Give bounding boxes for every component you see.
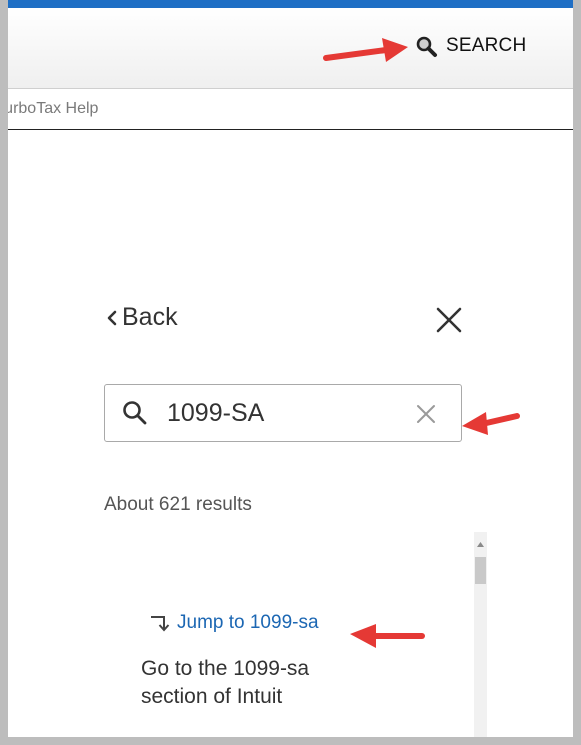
back-button[interactable]: Back <box>104 303 178 332</box>
clear-search-icon[interactable] <box>415 403 437 425</box>
close-icon[interactable] <box>432 303 466 337</box>
results-count: About 621 results <box>104 494 252 515</box>
search-icon <box>416 36 437 57</box>
brand-strip <box>8 0 573 8</box>
top-navigation-bar: SEARCH <box>8 8 573 89</box>
back-label: Back <box>122 303 178 331</box>
jump-to-link[interactable]: Jump to 1099-sa <box>147 612 319 634</box>
help-breadcrumb-bar: TurboTax Help <box>8 89 573 130</box>
help-title[interactable]: TurboTax Help <box>8 100 98 118</box>
search-button[interactable]: SEARCH <box>412 34 526 58</box>
annotation-arrow-clear <box>462 412 520 435</box>
scroll-up-arrow-icon[interactable] <box>474 540 487 550</box>
turn-down-arrow-icon <box>151 616 170 632</box>
app-window: SEARCH TurboTax Help Back About 621 resu… <box>0 0 581 745</box>
search-field <box>104 384 462 442</box>
results-scrollbar[interactable] <box>474 532 487 737</box>
jump-to-label: Jump to 1099-sa <box>177 612 319 633</box>
chevron-left-icon <box>107 310 117 325</box>
result-description: Go to the 1099-sa section of Intuit <box>141 657 310 708</box>
search-button-label: SEARCH <box>446 35 527 56</box>
search-input[interactable] <box>167 397 397 429</box>
search-icon <box>123 401 147 425</box>
annotation-arrow-jump <box>350 624 425 648</box>
scrollbar-thumb[interactable] <box>475 557 486 584</box>
